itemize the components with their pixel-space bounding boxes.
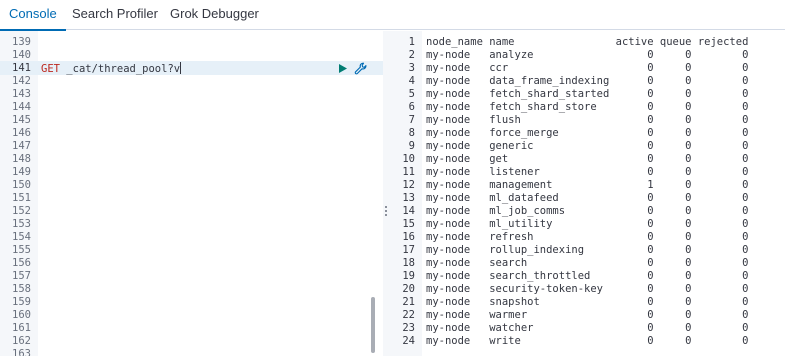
output-line-number: 2 bbox=[408, 49, 415, 61]
output-row: my-node ml_datafeed 0 0 0 bbox=[426, 192, 749, 204]
editor-line-number: 163 bbox=[12, 348, 31, 356]
editor-line-number: 159 bbox=[12, 296, 31, 308]
output-line-number: 6 bbox=[408, 101, 415, 113]
output-row: my-node search_throttled 0 0 0 bbox=[426, 270, 749, 282]
request-line[interactable]: GET _cat/thread_pool?v bbox=[41, 62, 182, 75]
editor-line-number: 145 bbox=[12, 114, 31, 126]
output-row: my-node watcher 0 0 0 bbox=[426, 322, 749, 334]
tab-bar: Console Search Profiler Grok Debugger bbox=[0, 0, 785, 31]
output-row: my-node get 0 0 0 bbox=[426, 153, 749, 165]
request-editor[interactable]: 139 140 141 142 143 144 145 146 147 148 149 150 151 1… bbox=[0, 31, 383, 356]
request-path: _cat/thread_pool?v bbox=[66, 63, 181, 75]
output-row: my-node listener 0 0 0 bbox=[426, 166, 749, 178]
output-line-number: 21 bbox=[402, 296, 415, 308]
editor-line-number: 160 bbox=[12, 309, 31, 321]
output-row: my-node data_frame_indexing 0 0 0 bbox=[426, 75, 749, 87]
output-row: my-node snapshot 0 0 0 bbox=[426, 296, 749, 308]
output-line-number: 11 bbox=[402, 166, 415, 178]
output-line-number: 1 bbox=[408, 36, 415, 48]
output-row: my-node ml_job_comms 0 0 0 bbox=[426, 205, 749, 217]
output-line-number: 13 bbox=[402, 192, 415, 204]
output-line-number: 15 bbox=[402, 218, 415, 230]
editor-line-number: 150 bbox=[12, 179, 31, 191]
editor-line-number: 146 bbox=[12, 127, 31, 139]
text-cursor bbox=[180, 62, 182, 74]
output-line-number: 18 bbox=[402, 257, 415, 269]
output-line-number: 9 bbox=[408, 140, 415, 152]
output-row: my-node generic 0 0 0 bbox=[426, 140, 749, 152]
editor-line-number: 154 bbox=[12, 231, 31, 243]
wrench-icon[interactable] bbox=[354, 62, 367, 75]
editor-line-number: 141 bbox=[12, 62, 31, 74]
tab-grok-debugger[interactable]: Grok Debugger bbox=[170, 0, 259, 30]
resizer-grip-dot bbox=[385, 206, 387, 208]
editor-line-number: 162 bbox=[12, 335, 31, 347]
output-line-number: 16 bbox=[402, 231, 415, 243]
output-line-number: 14 bbox=[402, 205, 415, 217]
output-line-number: 8 bbox=[408, 127, 415, 139]
editor-line-number: 148 bbox=[12, 153, 31, 165]
editor-line-number: 158 bbox=[12, 283, 31, 295]
editor-line-number: 140 bbox=[12, 49, 31, 61]
editor-line-number: 147 bbox=[12, 140, 31, 152]
response-output[interactable]: 1 2 3 4 5 6 7 8 9 10 11 12 13 14 15 16 17 18 19 20 21 22 23 24 n… bbox=[389, 31, 785, 356]
output-line-number: 4 bbox=[408, 75, 415, 87]
output-line-number: 20 bbox=[402, 283, 415, 295]
output-header-row: node_name name active queue rejected bbox=[426, 36, 749, 48]
editor-line-number: 149 bbox=[12, 166, 31, 178]
output-row: my-node write 0 0 0 bbox=[426, 335, 749, 347]
tab-console[interactable]: Console bbox=[0, 0, 66, 31]
output-row: my-node fetch_shard_store 0 0 0 bbox=[426, 101, 749, 113]
editor-line-number: 143 bbox=[12, 88, 31, 100]
output-line-number: 12 bbox=[402, 179, 415, 191]
output-row: my-node fetch_shard_started 0 0 0 bbox=[426, 88, 749, 100]
tab-search-profiler[interactable]: Search Profiler bbox=[72, 0, 158, 30]
output-row: my-node flush 0 0 0 bbox=[426, 114, 749, 126]
output-row: my-node refresh 0 0 0 bbox=[426, 231, 749, 243]
output-row: my-node management 1 0 0 bbox=[426, 179, 749, 191]
editor-line-number: 152 bbox=[12, 205, 31, 217]
output-row: my-node analyze 0 0 0 bbox=[426, 49, 749, 61]
editor-line-number: 157 bbox=[12, 270, 31, 282]
output-row: my-node security-token-key 0 0 0 bbox=[426, 283, 749, 295]
output-row: my-node warmer 0 0 0 bbox=[426, 309, 749, 321]
request-method: GET bbox=[41, 63, 60, 75]
editor-line-number: 156 bbox=[12, 257, 31, 269]
resizer-grip-dot bbox=[385, 210, 387, 212]
editor-line-number: 144 bbox=[12, 101, 31, 113]
output-line-number: 24 bbox=[402, 335, 415, 347]
output-line-number: 5 bbox=[408, 88, 415, 100]
output-row: my-node search 0 0 0 bbox=[426, 257, 749, 269]
output-line-number: 3 bbox=[408, 62, 415, 74]
resizer-grip-dot bbox=[385, 214, 387, 216]
editor-line-number: 151 bbox=[12, 192, 31, 204]
output-row: my-node rollup_indexing 0 0 0 bbox=[426, 244, 749, 256]
editor-line-number: 161 bbox=[12, 322, 31, 334]
editor-line-number: 139 bbox=[12, 36, 31, 48]
output-line-number: 7 bbox=[408, 114, 415, 126]
output-line-number: 23 bbox=[402, 322, 415, 334]
output-line-number: 19 bbox=[402, 270, 415, 282]
editor-line-number: 153 bbox=[12, 218, 31, 230]
output-row: my-node force_merge 0 0 0 bbox=[426, 127, 749, 139]
play-icon[interactable] bbox=[336, 62, 349, 75]
output-line-number: 22 bbox=[402, 309, 415, 321]
output-row: my-node ml_utility 0 0 0 bbox=[426, 218, 749, 230]
output-line-number: 17 bbox=[402, 244, 415, 256]
editor-line-number: 155 bbox=[12, 244, 31, 256]
editor-scrollbar[interactable] bbox=[371, 297, 375, 353]
output-line-number: 10 bbox=[402, 153, 415, 165]
output-row: my-node ccr 0 0 0 bbox=[426, 62, 749, 74]
editor-line-number: 142 bbox=[12, 75, 31, 87]
